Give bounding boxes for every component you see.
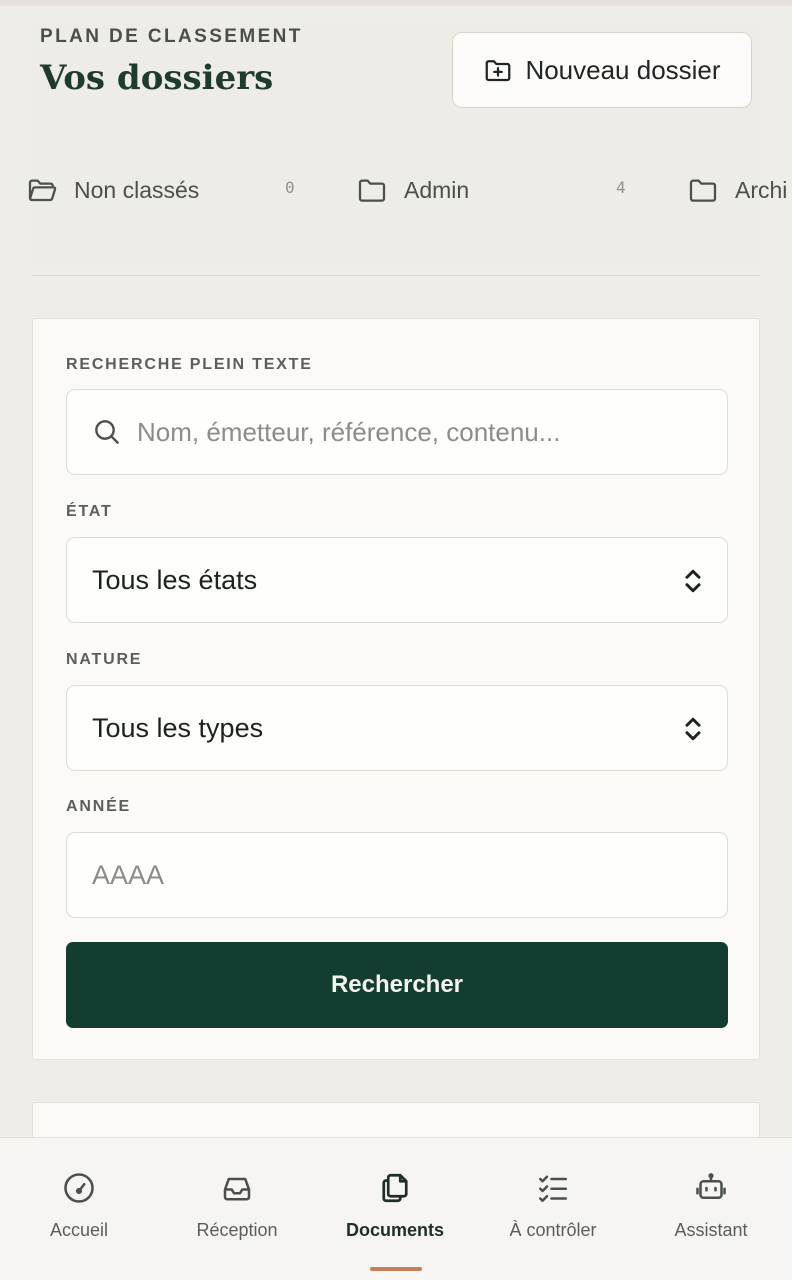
nav-item-a-controler[interactable]: À contrôler: [474, 1138, 632, 1280]
nature-select-value: Tous les types: [92, 712, 264, 743]
chevron-up-down-icon: [685, 569, 701, 593]
folder-plus-icon: [486, 60, 511, 82]
page-title: Vos dossiers: [40, 58, 274, 98]
chevron-up-down-icon: [685, 717, 701, 741]
search-placeholder: Nom, émetteur, référence, contenu...: [137, 416, 561, 447]
folder-icon: [358, 179, 386, 202]
year-field[interactable]: [66, 832, 728, 918]
folder-label: Archi: [735, 176, 788, 203]
folder-label: Non classés: [74, 176, 200, 203]
nature-label: NATURE: [66, 651, 143, 668]
nav-label: Assistant: [674, 1220, 748, 1240]
documents-icon: [382, 1173, 408, 1203]
folder-item-archi[interactable]: Archi: [687, 150, 787, 230]
inbox-icon: [223, 1177, 251, 1201]
gauge-icon: [64, 1173, 94, 1203]
page-eyebrow: PLAN DE CLASSEMENT: [40, 26, 303, 47]
search-input[interactable]: Nom, émetteur, référence, contenu...: [66, 389, 728, 475]
page-header: PLAN DE CLASSEMENT Vos dossiers Nouveau …: [32, 20, 760, 270]
header-divider: [32, 275, 760, 276]
nav-label: À contrôler: [509, 1220, 597, 1240]
folder-open-icon: [28, 179, 57, 202]
nav-label: Documents: [345, 1220, 444, 1240]
new-folder-label: Nouveau dossier: [525, 54, 721, 85]
state-label: ÉTAT: [66, 503, 113, 520]
nav-item-assistant[interactable]: Assistant: [632, 1138, 790, 1280]
year-label: ANNÉE: [66, 798, 132, 815]
folder-label: Admin: [404, 176, 470, 203]
active-tab-indicator: [370, 1267, 422, 1271]
search-icon: [95, 420, 119, 444]
new-folder-button[interactable]: Nouveau dossier: [452, 32, 752, 108]
folder-count: 4: [616, 178, 626, 197]
bottom-nav: Accueil Réception Documents À contrôler …: [0, 1137, 792, 1280]
folder-item-admin[interactable]: Admin: [356, 150, 469, 230]
nav-label: Accueil: [49, 1220, 109, 1240]
nav-label: Réception: [196, 1220, 278, 1240]
state-select-value: Tous les états: [92, 564, 258, 595]
folder-item-non-classes[interactable]: Non classés: [26, 150, 199, 230]
search-card: RECHERCHE PLEIN TEXTE Nom, émetteur, réf…: [32, 318, 760, 1060]
folder-count: 0: [285, 178, 295, 197]
nav-item-documents[interactable]: Documents: [316, 1138, 474, 1280]
year-input[interactable]: [92, 859, 692, 891]
folder-list: Non classés 0 Admin 4 Archi: [0, 150, 792, 230]
nature-select[interactable]: Tous les types: [66, 685, 728, 771]
folder-icon: [689, 179, 717, 202]
nav-item-reception[interactable]: Réception: [158, 1138, 316, 1280]
page: PLAN DE CLASSEMENT Vos dossiers Nouveau …: [0, 0, 792, 1280]
search-button[interactable]: Rechercher: [66, 942, 728, 1028]
robot-icon: [696, 1173, 726, 1200]
fulltext-label: RECHERCHE PLEIN TEXTE: [66, 356, 313, 373]
top-edge: [0, 0, 792, 6]
checklist-icon: [538, 1175, 568, 1203]
nav-item-accueil[interactable]: Accueil: [0, 1138, 158, 1280]
state-select[interactable]: Tous les états: [66, 537, 728, 623]
